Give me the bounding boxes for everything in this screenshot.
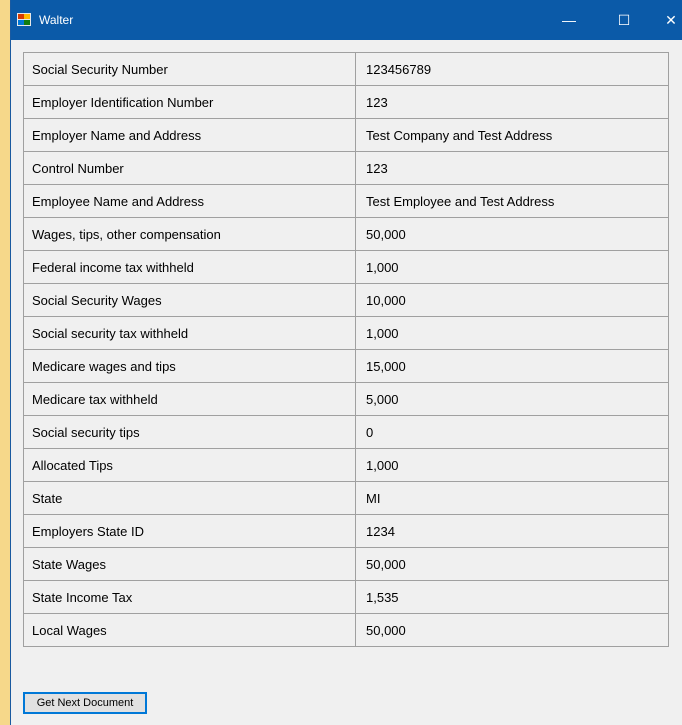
row-value[interactable]: 1,000 — [355, 316, 669, 350]
maximize-icon: ☐ — [617, 11, 631, 28]
row-value[interactable]: 5,000 — [355, 382, 669, 416]
row-value[interactable]: 1,535 — [355, 580, 669, 614]
table-row[interactable]: State Income Tax 1,535 — [23, 580, 669, 614]
row-label: Allocated Tips — [23, 448, 356, 482]
row-value[interactable]: Test Employee and Test Address — [355, 184, 669, 218]
row-value[interactable]: 1,000 — [355, 250, 669, 284]
title-bar[interactable]: Walter — ☐ ✕ — [11, 0, 682, 40]
close-button[interactable]: ✕ — [651, 0, 682, 40]
w2-data-grid: Social Security Number 123456789 Employer … — [23, 52, 669, 647]
row-label: Social Security Number — [23, 52, 356, 86]
table-row[interactable]: Employee Name and Address Test Employee a… — [23, 184, 669, 218]
row-value[interactable]: Test Company and Test Address — [355, 118, 669, 152]
row-label: Control Number — [23, 151, 356, 185]
app-window: Walter — ☐ ✕ Social Security Number 12345… — [10, 0, 682, 725]
row-label: Medicare wages and tips — [23, 349, 356, 383]
row-value[interactable]: MI — [355, 481, 669, 515]
row-value[interactable]: 123 — [355, 85, 669, 119]
row-value[interactable]: 50,000 — [355, 217, 669, 251]
row-label: Employer Name and Address — [23, 118, 356, 152]
maximize-button[interactable]: ☐ — [601, 0, 647, 40]
row-label: Employer Identification Number — [23, 85, 356, 119]
row-label: Medicare tax withheld — [23, 382, 356, 416]
row-value[interactable]: 50,000 — [355, 547, 669, 581]
row-value[interactable]: 123456789 — [355, 52, 669, 86]
row-label: State Income Tax — [23, 580, 356, 614]
row-label: Social security tips — [23, 415, 356, 449]
table-row[interactable]: Control Number 123 — [23, 151, 669, 185]
row-label: Social security tax withheld — [23, 316, 356, 350]
table-row[interactable]: State MI — [23, 481, 669, 515]
get-next-document-button[interactable]: Get Next Document — [23, 692, 147, 714]
row-value[interactable]: 50,000 — [355, 613, 669, 647]
app-icon — [17, 13, 31, 26]
row-value[interactable]: 15,000 — [355, 349, 669, 383]
table-row[interactable]: Allocated Tips 1,000 — [23, 448, 669, 482]
table-row[interactable]: Employer Name and Address Test Company an… — [23, 118, 669, 152]
table-row[interactable]: Medicare wages and tips 15,000 — [23, 349, 669, 383]
table-row[interactable]: Federal income tax withheld 1,000 — [23, 250, 669, 284]
row-label: Local Wages — [23, 613, 356, 647]
row-label: Social Security Wages — [23, 283, 356, 317]
table-row[interactable]: Medicare tax withheld 5,000 — [23, 382, 669, 416]
row-label: State — [23, 481, 356, 515]
row-label: State Wages — [23, 547, 356, 581]
row-value[interactable]: 123 — [355, 151, 669, 185]
table-row[interactable]: Wages, tips, other compensation 50,000 — [23, 217, 669, 251]
table-row[interactable]: Employers State ID 1234 — [23, 514, 669, 548]
minimize-icon: — — [562, 12, 576, 28]
minimize-button[interactable]: — — [546, 0, 592, 40]
table-row[interactable]: Social Security Wages 10,000 — [23, 283, 669, 317]
row-value[interactable]: 1234 — [355, 514, 669, 548]
close-icon: ✕ — [665, 11, 677, 28]
table-row[interactable]: Local Wages 50,000 — [23, 613, 669, 647]
row-value[interactable]: 10,000 — [355, 283, 669, 317]
row-value[interactable]: 0 — [355, 415, 669, 449]
window-title: Walter — [39, 13, 74, 27]
row-label: Employee Name and Address — [23, 184, 356, 218]
row-label: Employers State ID — [23, 514, 356, 548]
row-label: Federal income tax withheld — [23, 250, 356, 284]
row-value[interactable]: 1,000 — [355, 448, 669, 482]
table-row[interactable]: Social Security Number 123456789 — [23, 52, 669, 86]
table-row[interactable]: Employer Identification Number 123 — [23, 85, 669, 119]
row-label: Wages, tips, other compensation — [23, 217, 356, 251]
table-row[interactable]: Social security tips 0 — [23, 415, 669, 449]
table-row[interactable]: State Wages 50,000 — [23, 547, 669, 581]
table-row[interactable]: Social security tax withheld 1,000 — [23, 316, 669, 350]
